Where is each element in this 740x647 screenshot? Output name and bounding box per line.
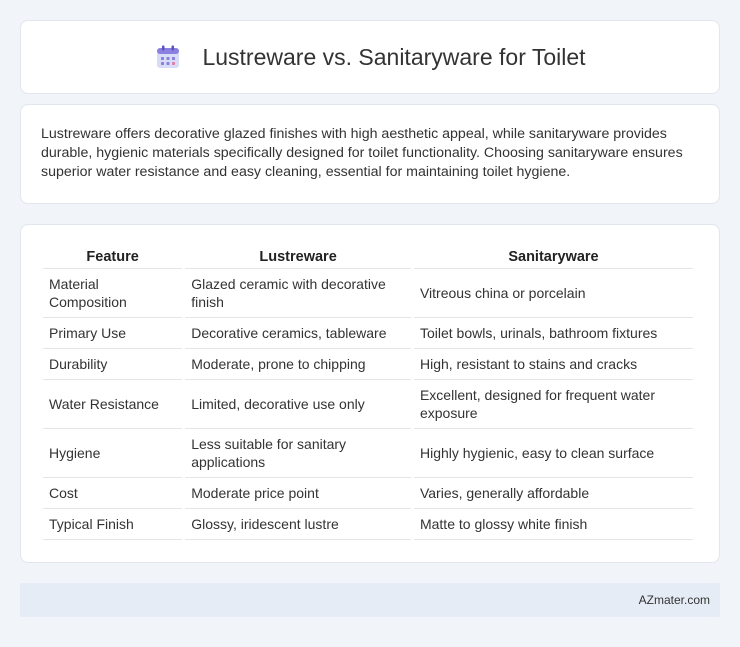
calendar-grid-icon bbox=[157, 45, 180, 68]
footer-bar: AZmater.com bbox=[20, 583, 720, 617]
feature-cell: Material Composition bbox=[43, 269, 183, 318]
table-row: Hygiene Less suitable for sanitary appli… bbox=[43, 429, 693, 478]
lustreware-cell: Glossy, iridescent lustre bbox=[185, 509, 411, 540]
table-row: Typical Finish Glossy, iridescent lustre… bbox=[43, 509, 693, 540]
title-card: Lustreware vs. Sanitaryware for Toilet bbox=[20, 20, 720, 94]
feature-cell: Durability bbox=[43, 349, 183, 380]
feature-cell: Cost bbox=[43, 478, 183, 509]
intro-card: Lustreware offers decorative glazed fini… bbox=[20, 104, 720, 204]
column-header-lustreware: Lustreware bbox=[185, 245, 411, 269]
lustreware-cell: Moderate price point bbox=[185, 478, 411, 509]
page-title: Lustreware vs. Sanitaryware for Toilet bbox=[202, 43, 586, 70]
table-row: Water Resistance Limited, decorative use… bbox=[43, 380, 693, 429]
table-row: Durability Moderate, prone to chipping H… bbox=[43, 349, 693, 380]
column-header-feature: Feature bbox=[43, 245, 183, 269]
feature-cell: Hygiene bbox=[43, 429, 183, 478]
lustreware-cell: Decorative ceramics, tableware bbox=[185, 318, 411, 349]
sanitaryware-cell: Vitreous china or porcelain bbox=[413, 269, 693, 318]
column-header-sanitaryware: Sanitaryware bbox=[413, 245, 693, 269]
sanitaryware-cell: Excellent, designed for frequent water e… bbox=[413, 380, 693, 429]
comparison-card: Feature Lustreware Sanitaryware Material… bbox=[20, 224, 720, 563]
lustreware-cell: Limited, decorative use only bbox=[185, 380, 411, 429]
sanitaryware-cell: Toilet bowls, urinals, bathroom fixtures bbox=[413, 318, 693, 349]
feature-cell: Primary Use bbox=[43, 318, 183, 349]
sanitaryware-cell: Varies, generally affordable bbox=[413, 478, 693, 509]
feature-cell: Typical Finish bbox=[43, 509, 183, 540]
lustreware-cell: Moderate, prone to chipping bbox=[185, 349, 411, 380]
sanitaryware-cell: Matte to glossy white finish bbox=[413, 509, 693, 540]
lustreware-cell: Less suitable for sanitary applications bbox=[185, 429, 411, 478]
table-row: Cost Moderate price point Varies, genera… bbox=[43, 478, 693, 509]
title-wrap: Lustreware vs. Sanitaryware for Toilet bbox=[154, 43, 586, 71]
feature-cell: Water Resistance bbox=[43, 380, 183, 429]
comparison-table: Feature Lustreware Sanitaryware Material… bbox=[40, 245, 696, 540]
lustreware-cell: Glazed ceramic with decorative finish bbox=[185, 269, 411, 318]
table-row: Material Composition Glazed ceramic with… bbox=[43, 269, 693, 318]
table-header-row: Feature Lustreware Sanitaryware bbox=[43, 245, 693, 269]
sanitaryware-cell: High, resistant to stains and cracks bbox=[413, 349, 693, 380]
sanitaryware-cell: Highly hygienic, easy to clean surface bbox=[413, 429, 693, 478]
intro-paragraph: Lustreware offers decorative glazed fini… bbox=[41, 126, 683, 180]
footer-brand: AZmater.com bbox=[638, 593, 710, 607]
table-row: Primary Use Decorative ceramics, tablewa… bbox=[43, 318, 693, 349]
